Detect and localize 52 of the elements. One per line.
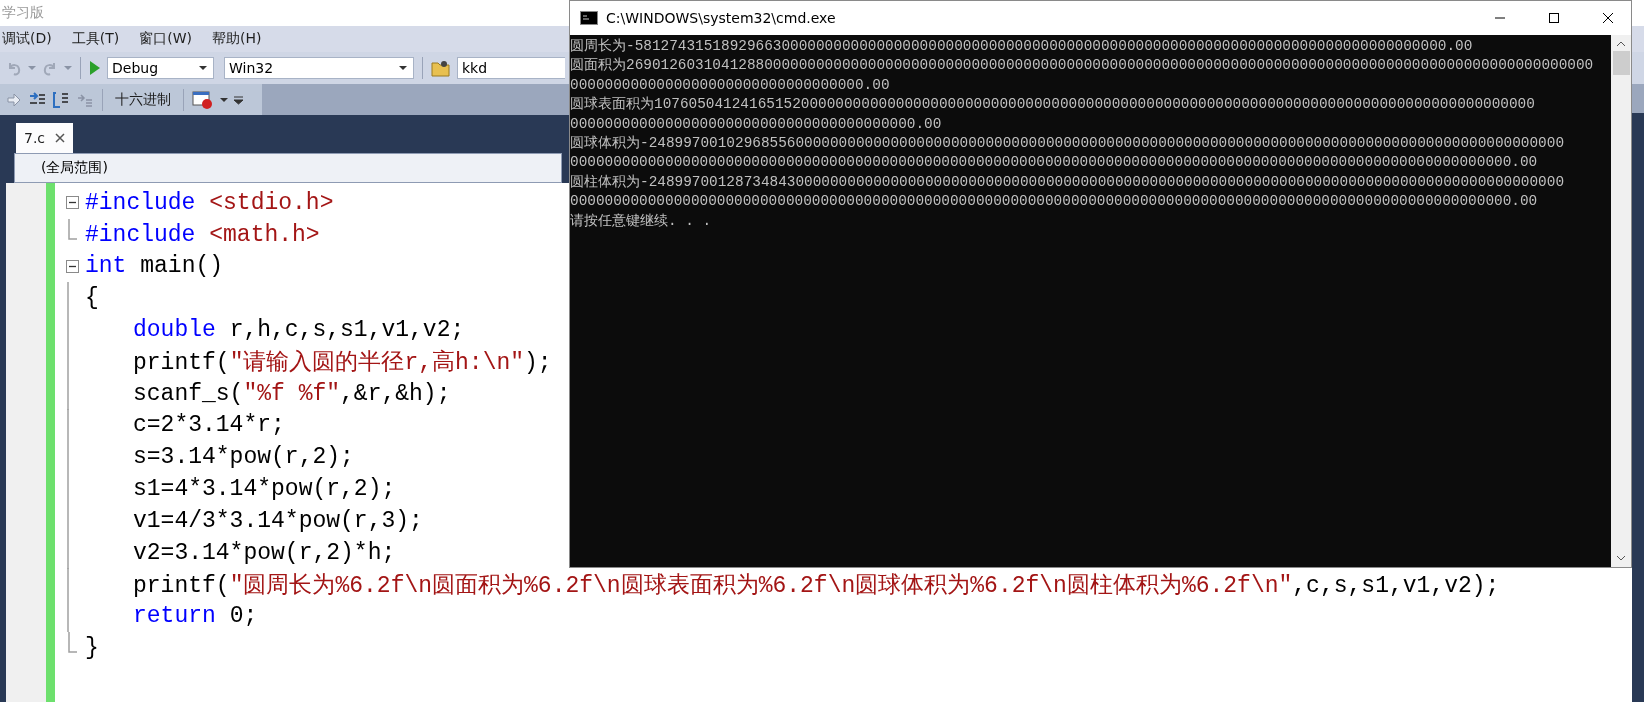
code-line: #include <math.h> — [84, 221, 320, 248]
menu-item[interactable]: 窗口(W) — [137, 30, 194, 48]
step-over-icon[interactable] — [52, 90, 70, 109]
menu-item[interactable]: 帮助(H) — [210, 30, 264, 48]
console-line: 0000000000000000000000000000000000.00 — [570, 75, 891, 95]
code-line: printf("请输入圆的半径r,高h:\n"); — [132, 348, 552, 378]
code-line: s1=4*3.14*pow(r,2); — [132, 476, 396, 503]
console-line: 圆球表面积为107605041241651520000000000000000000000000000000000000000000000000000000000000000000000000000000000000 — [570, 95, 1536, 115]
find-field[interactable]: kkd — [457, 57, 565, 79]
folder-icon[interactable] — [431, 59, 451, 77]
code-line: v1=4/3*3.14*pow(r,3); — [132, 507, 423, 534]
collapse-icon[interactable] — [65, 260, 79, 273]
overflow-icon[interactable] — [234, 94, 243, 105]
code-line: v2=3.14*pow(r,2)*h; — [132, 539, 396, 566]
collapse-icon[interactable] — [65, 196, 79, 210]
code-line: #include <stdio.h> — [84, 189, 334, 216]
window-title: C:\WINDOWS\system32\cmd.exe — [606, 10, 837, 26]
console-line: 0000000000000000000000000000000000000000000000000000000000000000000000000000000000000000000000000000000000000.00 — [570, 153, 1539, 173]
arrow-icon[interactable] — [6, 91, 22, 108]
caret-icon[interactable] — [220, 97, 228, 102]
console-line: 圆周长为-5812743151892966300000000000000000000000000000000000000000000000000000000000000000000000000000.00 — [570, 37, 1474, 56]
console-line: 0000000000000000000000000000000000000000.00 — [570, 114, 943, 134]
console-line: 圆球体积为-2489970010296855600000000000000000000000000000000000000000000000000000000000000000000000000000000000000000 — [570, 134, 1566, 154]
breakpoint-window-icon[interactable] — [192, 89, 214, 110]
console-line: 圆柱体积为-2489970012873484300000000000000000000000000000000000000000000000000000000000000000000000000000000000000000 — [570, 172, 1566, 192]
menu-item[interactable]: 工具(T) — [69, 30, 122, 48]
close-icon — [1603, 13, 1613, 23]
code-line: { — [84, 285, 99, 312]
code-line: c=2*3.14*r; — [132, 412, 285, 439]
platform-dropdown[interactable]: Win32 — [224, 57, 414, 79]
console-icon — [580, 11, 598, 25]
console-line: 圆面积为2690126031041288000000000000000000000000000000000000000000000000000000000000000000000000000000000000000000000000 — [570, 56, 1595, 76]
close-icon[interactable] — [55, 133, 66, 143]
caret-icon — [199, 66, 207, 70]
code-line: s=3.14*pow(r,2); — [132, 444, 354, 471]
code-line: scanf_s("%f %f",&r,&h); — [132, 380, 451, 407]
maximize-icon — [1549, 13, 1559, 23]
caret-icon — [399, 66, 407, 70]
console-line: 请按任意键继续. . . — [570, 211, 713, 231]
code-line: int main() — [84, 253, 224, 280]
scrollbar[interactable] — [1611, 35, 1631, 567]
scroll-thumb[interactable] — [1612, 51, 1630, 75]
hex-button[interactable]: 十六进制 — [111, 90, 175, 109]
code-line: double r,h,c,s,s1,v1,v2; — [132, 317, 465, 344]
code-line: return 0; — [132, 603, 258, 630]
file-tab[interactable]: 7.c — [16, 123, 74, 153]
scope-dropdown[interactable]: (全局范围) — [14, 153, 562, 183]
console-line: 0000000000000000000000000000000000000000000000000000000000000000000000000000000000000000000000000000000000000.00 — [570, 192, 1539, 212]
code-line: printf("圆周长为%6.2f\n圆面积为%6.2f\n圆球表面积为%6.2f\n圆球体积为%6.2f\n圆柱体积为%6.2f\n",c,s,s1,v1,v2); — [132, 571, 1500, 600]
menu-item[interactable]: 调试(D) — [0, 30, 54, 48]
code-line: } — [84, 635, 99, 662]
configuration-dropdown[interactable]: Debug — [107, 57, 214, 79]
